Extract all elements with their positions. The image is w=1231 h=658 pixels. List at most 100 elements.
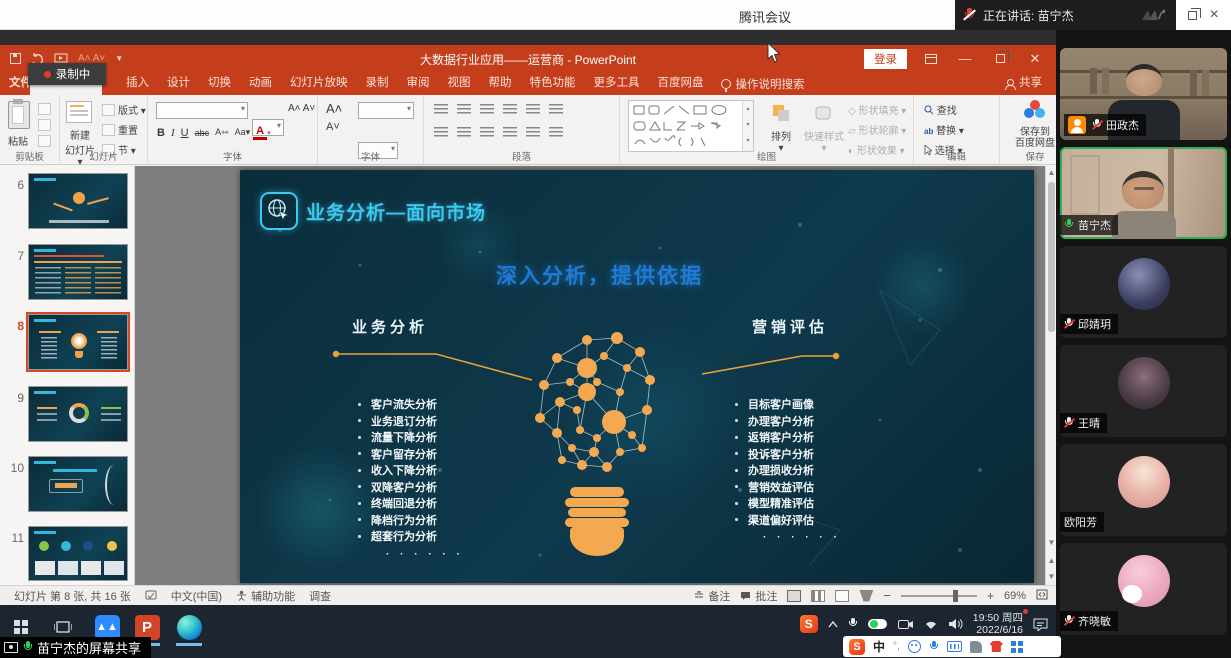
tab-insert[interactable]: 插入 <box>117 72 158 95</box>
font-color-dropdown[interactable]: ▾ <box>267 129 271 137</box>
slide-thumb-9[interactable] <box>28 386 128 442</box>
strikethrough-button[interactable]: abc <box>192 127 213 139</box>
zoom-level[interactable]: 69% <box>1004 590 1026 602</box>
paste-icon[interactable] <box>8 101 30 129</box>
investigate-status[interactable]: 调查 <box>309 588 331 604</box>
emoji-icon[interactable] <box>908 640 921 653</box>
tray-network-icon[interactable] <box>924 619 938 630</box>
tab-more-tools[interactable]: 更多工具 <box>585 72 649 95</box>
text-direction-icon[interactable] <box>549 104 563 115</box>
columns-icon[interactable] <box>526 127 540 138</box>
participant-tile[interactable]: 王晴 <box>1060 345 1227 437</box>
zoom-slider-thumb[interactable] <box>953 590 958 602</box>
sogou-tray-icon[interactable]: S <box>800 615 818 633</box>
voice-input-icon[interactable] <box>929 640 939 653</box>
slide-thumb-7[interactable] <box>28 244 128 300</box>
slide-thumb-11[interactable] <box>28 526 128 581</box>
soft-keyboard-icon[interactable] <box>947 641 962 652</box>
bold-button[interactable]: B <box>154 126 168 140</box>
left-bullet-list[interactable]: 客户流失分析 业务退订分析 流量下降分析 客户留存分析 收入下降分析 双降客户分… <box>358 396 548 560</box>
save-icon[interactable] <box>10 53 21 64</box>
tab-design[interactable]: 设计 <box>158 72 199 95</box>
accessibility-status[interactable]: 辅助功能 <box>236 588 295 604</box>
slide-thumb-8[interactable] <box>28 314 128 370</box>
close-window-icon[interactable]: ✕ <box>1020 45 1050 72</box>
participant-tile[interactable]: 邱婧玥 <box>1060 246 1227 338</box>
tab-record[interactable]: 录制 <box>357 72 398 95</box>
action-center-icon[interactable] <box>1033 618 1048 631</box>
toolbox-icon[interactable] <box>1011 641 1023 653</box>
font-color-button[interactable]: A <box>253 125 267 140</box>
change-case-button[interactable]: Aa▾ <box>232 126 254 139</box>
smartart-convert-icon[interactable] <box>549 127 563 138</box>
normal-view-icon[interactable] <box>787 590 801 602</box>
arrange-button[interactable]: 排列▾ <box>764 103 798 154</box>
indent-decrease-icon[interactable] <box>480 104 494 115</box>
bullet-list-icon[interactable] <box>434 104 448 115</box>
punctuation-mode-icon[interactable]: °, <box>893 641 900 652</box>
zoom-slider[interactable] <box>901 595 977 597</box>
restore-icon[interactable] <box>1188 11 1197 20</box>
slide-title[interactable]: 业务分析—面向市场 <box>306 198 486 225</box>
edge-app-icon[interactable] <box>176 614 202 640</box>
number-list-icon[interactable] <box>457 104 471 115</box>
participant-tile[interactable]: 田政杰 <box>1060 48 1227 140</box>
scroll-thumb[interactable] <box>1048 182 1055 332</box>
zoom-in-icon[interactable]: + <box>987 589 994 603</box>
tray-mic-icon[interactable] <box>848 617 858 631</box>
find-button[interactable]: 查找 <box>924 102 964 117</box>
font2-grow-icon[interactable]: A˄ <box>326 101 342 116</box>
copy-icon[interactable] <box>38 119 51 131</box>
comments-toggle[interactable]: 批注 <box>740 588 777 604</box>
participant-tile[interactable]: 齐晓敏 <box>1060 543 1227 635</box>
tab-help[interactable]: 帮助 <box>480 72 521 95</box>
format-painter-icon[interactable] <box>38 135 51 147</box>
login-button[interactable]: 登录 <box>864 49 907 69</box>
indent-increase-icon[interactable] <box>503 104 517 115</box>
italic-button[interactable]: I <box>168 126 178 140</box>
zoom-out-icon[interactable]: − <box>883 588 891 603</box>
spellcheck-icon[interactable] <box>145 590 157 601</box>
sogou-logo-icon[interactable]: S <box>849 639 865 655</box>
replace-button[interactable]: ab 替换 ▾ <box>924 122 964 137</box>
line-spacing-icon[interactable] <box>526 104 540 115</box>
shapes-scroll[interactable]: ▴▾▾ <box>742 101 753 151</box>
slide-canvas[interactable]: 业务分析—面向市场 深入分析，提供依据 业务分析 营销评估 客户流失分析 业务退… <box>240 170 1034 583</box>
language-status[interactable]: 中文(中国) <box>171 588 222 604</box>
tray-meeting-pill-icon[interactable] <box>868 618 888 630</box>
tab-transitions[interactable]: 切换 <box>199 72 240 95</box>
ribbon-display-icon[interactable] <box>916 45 946 72</box>
qat-customize-icon[interactable]: ▼ <box>115 54 123 63</box>
ime-mode-label[interactable]: 中 <box>873 638 885 655</box>
meeting-toolbar-icons[interactable] <box>1140 7 1166 23</box>
tab-view[interactable]: 视图 <box>439 72 480 95</box>
fit-window-icon[interactable] <box>1036 589 1048 603</box>
tab-slideshow[interactable]: 幻灯片放映 <box>281 72 357 95</box>
underline-button[interactable]: U <box>178 126 192 140</box>
grow-font-icon[interactable]: A˄ A˅ <box>288 103 315 114</box>
tab-special-features[interactable]: 特色功能 <box>521 72 585 95</box>
tab-baidu-pan[interactable]: 百度网盘 <box>649 72 713 95</box>
align-right-icon[interactable] <box>480 127 494 138</box>
participant-tile[interactable]: 欧阳芳 <box>1060 444 1227 536</box>
skin-icon[interactable] <box>990 641 1003 652</box>
tray-volume-icon[interactable] <box>948 618 963 630</box>
left-column-header[interactable]: 业务分析 <box>352 316 428 337</box>
slide-sorter-view-icon[interactable] <box>811 590 825 602</box>
slide-thumb-6[interactable] <box>28 173 128 229</box>
char-spacing-button[interactable]: A⇿ <box>212 126 232 139</box>
share-button[interactable]: 共享 <box>1005 72 1042 95</box>
reading-view-icon[interactable] <box>835 590 849 602</box>
font2-combo1[interactable] <box>358 102 414 119</box>
align-left-icon[interactable] <box>434 127 448 138</box>
shape-fill-button[interactable]: ◇ 形状填充 ▾ <box>848 102 906 117</box>
tell-me-search[interactable]: 操作说明搜索 <box>721 76 805 92</box>
tab-review[interactable]: 审阅 <box>398 72 439 95</box>
slide-thumb-10[interactable] <box>28 456 128 512</box>
shape-outline-button[interactable]: ▱ 形状轮廓 ▾ <box>848 122 906 137</box>
participant-tile-speaking[interactable]: 苗宁杰 <box>1060 147 1227 239</box>
slide-subtitle[interactable]: 深入分析，提供依据 <box>496 260 703 290</box>
right-column-header[interactable]: 营销评估 <box>752 316 828 337</box>
right-bullet-list[interactable]: 目标客户画像 办理客户分析 返销客户分析 投诉客户分析 办理损收分析 营销效益评… <box>735 396 925 543</box>
layout-button[interactable]: 版式 ▾ <box>102 102 146 117</box>
